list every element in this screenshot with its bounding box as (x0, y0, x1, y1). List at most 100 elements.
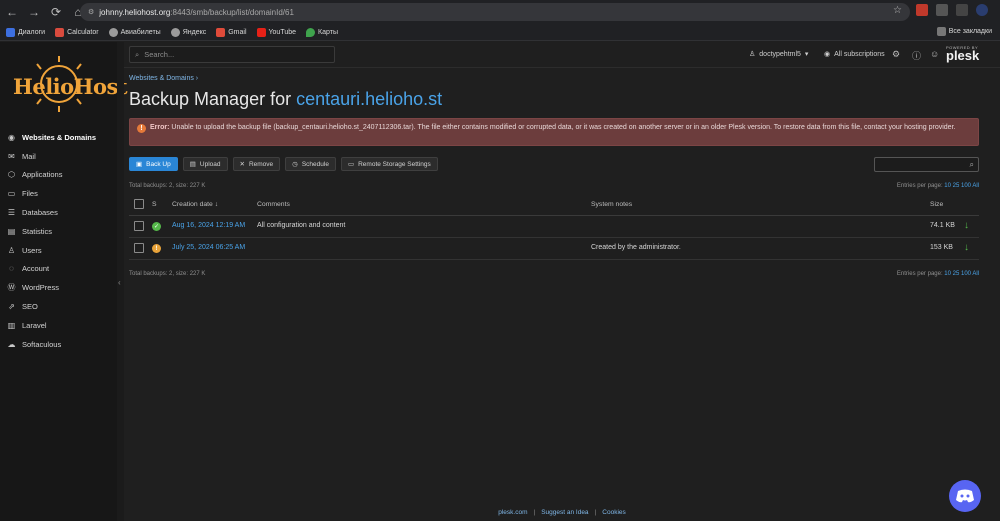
url-bar[interactable]: ⚙ johnny.heliohost.org:8443/smb/backup/l… (80, 3, 910, 21)
url-host: johnny.heliohost.org (99, 7, 171, 17)
entries-options[interactable]: 10 25 100 All (944, 183, 979, 189)
discord-chat-button[interactable] (949, 480, 981, 512)
sidebar-item-statistics[interactable]: ▤ Statistics (0, 222, 117, 241)
chart-icon: ▤ (7, 226, 16, 236)
heliohost-logo[interactable]: HelioHost (7, 52, 128, 116)
backup-toolbar: ▣ Back Up ▤ Upload ✕ Remove ◷ Schedule ▭ Remo… (129, 157, 438, 171)
bookmark-star-icon[interactable]: ☆ (893, 5, 902, 16)
sidebar-item-seo[interactable]: ⇗ SEO (0, 297, 117, 316)
apps-icon: ⬡ (8, 170, 15, 180)
bookmark-item[interactable]: Gmail (216, 27, 247, 37)
sidebar-item-websites-domains[interactable]: ◉ Websites & Domains (0, 128, 117, 147)
reload-icon[interactable]: ⟳ (46, 2, 66, 22)
chevron-left-icon[interactable]: ‹ (118, 278, 121, 287)
schedule-button[interactable]: ◷ Schedule (285, 157, 336, 171)
forward-icon[interactable]: → (24, 2, 44, 22)
sidebar-item-wordpress[interactable]: Ⓦ WordPress (0, 278, 117, 297)
url-path: :8443/smb/backup/list/domainId/61 (170, 7, 294, 17)
column-size: Size (930, 201, 944, 208)
global-search-input[interactable]: ⌕ Search... (129, 46, 335, 63)
sidebar-item-databases[interactable]: ☰ Databases (0, 203, 117, 222)
top-header: ⌕ Search... ♙ doctypehtml5 ▾ ◉ All subsc… (124, 42, 1000, 68)
sort-arrow-icon: ↓ (214, 201, 219, 208)
column-system-notes: System notes (591, 201, 633, 208)
download-icon[interactable]: ↓ (964, 242, 969, 253)
backup-icon: ▣ (136, 161, 143, 168)
upload-icon: ▤ (189, 161, 196, 168)
footer-link-suggest[interactable]: Suggest an Idea (541, 509, 588, 516)
profile-avatar-icon[interactable] (976, 4, 988, 16)
download-icon[interactable]: ↓ (964, 220, 969, 231)
browser-toolbar: ← → ⟳ ⌂ ⚙ johnny.heliohost.org:8443/smb/… (0, 0, 1000, 24)
footer: plesk.com | Suggest an Idea | Cookies (124, 503, 1000, 521)
menu-icon[interactable]: ⋮ (996, 5, 1000, 16)
user-menu[interactable]: ♙ doctypehtml5 ▾ (749, 50, 809, 59)
site-info-icon[interactable]: ⚙ (88, 8, 94, 16)
chevron-down-icon: ▾ (804, 51, 809, 58)
page-title: Backup Manager for centauri.helioho.st (129, 89, 443, 109)
backup-date-link[interactable]: Aug 16, 2024 12:19 AM (172, 222, 245, 229)
sidebar-item-applications[interactable]: ⬡ Applications (0, 166, 117, 185)
folder-icon: ▭ (347, 161, 355, 168)
footer-divider: | (533, 508, 536, 516)
subscriptions-label: All subscriptions (834, 50, 885, 58)
backup-date-link[interactable]: July 25, 2024 06:25 AM (172, 244, 245, 251)
sidebar-item-softaculous[interactable]: ☁ Softaculous (0, 335, 117, 354)
user-icon: ♙ (749, 51, 756, 58)
sidebar: HelioHost ◉ Websites & Domains ✉ Mail ⬡ App… (0, 42, 128, 521)
folder-icon: ▭ (7, 189, 16, 199)
total-backups-info-bottom: Total backups: 2, size: 227 K (129, 271, 206, 277)
row-checkbox[interactable] (134, 221, 144, 231)
column-status: S (152, 201, 157, 208)
entries-options[interactable]: 10 25 100 All (944, 271, 979, 277)
error-icon: ! (137, 124, 146, 133)
search-placeholder: Search... (144, 50, 175, 59)
back-icon[interactable]: ← (2, 2, 22, 22)
bookmark-item[interactable]: Авиабилеты (108, 27, 161, 37)
globe-icon (170, 27, 180, 37)
extension-icon[interactable] (916, 4, 928, 16)
subscriptions-menu[interactable]: ◉ All subscriptions (824, 50, 885, 59)
notifications-icon[interactable]: ☺ (930, 49, 939, 59)
extensions-icon[interactable]: ⚙ (892, 49, 900, 60)
sidebar-item-mail[interactable]: ✉ Mail (0, 147, 117, 166)
bookmark-item[interactable]: Яндекс (170, 27, 206, 37)
status-warning-icon: ! (152, 244, 161, 253)
bookmark-item[interactable]: YouTube (256, 27, 296, 37)
sidebar-item-laravel[interactable]: ▥ Laravel (0, 316, 117, 335)
row-checkbox[interactable] (134, 243, 144, 253)
table-row: ✓ Aug 16, 2024 12:19 AM All configuratio… (129, 216, 979, 238)
dialogs-icon (6, 27, 15, 37)
error-message: ! Error: Unable to upload the backup fil… (129, 118, 979, 146)
bookmark-item[interactable]: Карты (306, 27, 338, 37)
sidebar-item-files[interactable]: ▭ Files (0, 184, 117, 203)
all-bookmarks[interactable]: Все закладки (936, 27, 992, 36)
help-icon[interactable]: ⓘ (912, 49, 921, 62)
table-header: S Creation date ↓ Comments System notes … (129, 195, 979, 216)
backup-size: 153 KB (930, 244, 953, 251)
sidebar-item-account[interactable]: ◌ Account (0, 260, 117, 279)
footer-link-cookies[interactable]: Cookies (602, 509, 625, 516)
bookmark-item[interactable]: Диалоги (6, 27, 45, 37)
extension-icon-2[interactable] (936, 4, 948, 16)
domain-link[interactable]: centauri.helioho.st (296, 89, 442, 109)
list-search-input[interactable]: ⌕ (874, 157, 979, 172)
backup-notes: Created by the administrator. (591, 244, 681, 251)
laravel-icon: ▥ (7, 320, 16, 330)
sidebar-item-users[interactable]: ♙ Users (0, 241, 117, 260)
remote-storage-settings-button[interactable]: ▭ Remote Storage Settings (340, 157, 438, 171)
bookmark-item[interactable]: Calculator (55, 27, 99, 37)
back-up-button[interactable]: ▣ Back Up (129, 157, 178, 171)
remove-icon: ✕ (239, 161, 245, 168)
select-all-checkbox[interactable] (134, 199, 144, 209)
remove-button[interactable]: ✕ Remove (232, 157, 281, 171)
account-icon: ◌ (9, 264, 14, 274)
footer-divider: | (594, 508, 597, 516)
footer-link-plesk[interactable]: plesk.com (498, 509, 527, 516)
column-creation-date[interactable]: Creation date ↓ (172, 201, 218, 208)
breadcrumb[interactable]: Websites & Domains › (129, 75, 198, 82)
bookmarks-bar: Диалоги Calculator Авиабилеты Яндекс Gma… (0, 24, 1000, 41)
upload-button[interactable]: ▤ Upload (182, 157, 228, 171)
username: doctypehtml5 (759, 50, 801, 58)
puzzle-icon[interactable] (956, 4, 968, 16)
